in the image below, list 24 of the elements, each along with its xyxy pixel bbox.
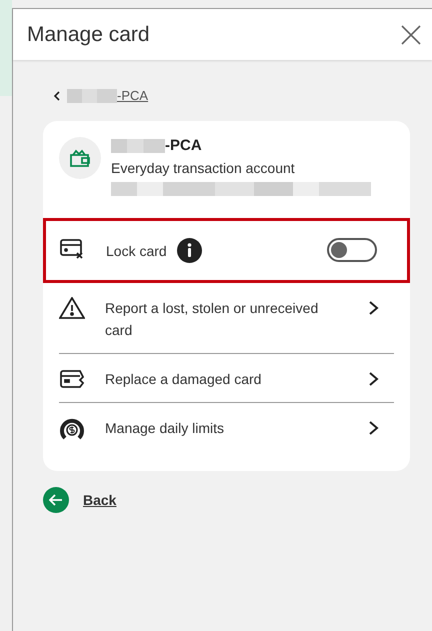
wallet-icon — [59, 137, 101, 179]
redaction-mark — [111, 138, 165, 152]
menu-item[interactable]: Replace a damaged card — [59, 354, 394, 403]
menu-item[interactable]: Report a lost, stolen or unreceived card — [59, 283, 394, 354]
row-label: Lock card — [106, 242, 167, 258]
menu-item[interactable]: Manage daily limits — [59, 403, 394, 453]
warning-icon — [59, 297, 85, 319]
account-type: Everyday transaction account — [111, 160, 296, 176]
panel-title: Manage card — [27, 22, 150, 46]
close-button[interactable] — [400, 24, 422, 46]
back-arrow-button[interactable] — [43, 487, 69, 513]
back-link[interactable]: Back — [83, 492, 116, 508]
row-label: Manage daily limits — [105, 419, 226, 438]
row-label: Replace a damaged card — [105, 370, 262, 389]
info-icon[interactable] — [176, 238, 202, 263]
toggle-switch[interactable] — [327, 238, 377, 262]
card-icon — [59, 368, 85, 390]
chevron-left-icon — [53, 90, 61, 102]
account-link[interactable]: -PCA — [117, 88, 148, 103]
arrow-left-icon — [49, 494, 63, 506]
row-label: Report a lost, stolen or unreceived card — [105, 299, 320, 340]
dollar-gauge-icon — [59, 417, 85, 441]
redaction-mark — [67, 88, 117, 102]
account-name: -PCA — [165, 137, 202, 154]
